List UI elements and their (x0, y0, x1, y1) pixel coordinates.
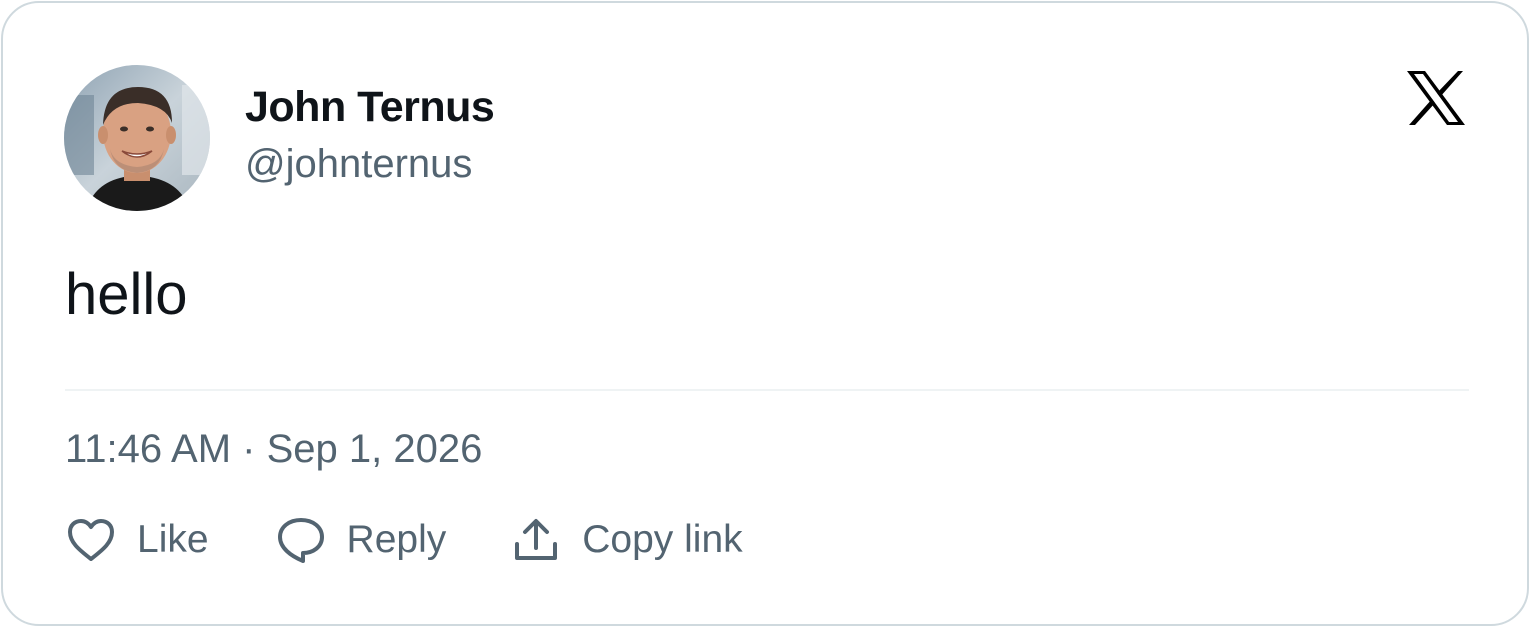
tweet-text: hello (65, 262, 188, 327)
x-logo-icon[interactable] (1405, 69, 1467, 127)
author-handle[interactable]: @johnternus (245, 142, 472, 187)
like-button[interactable]: Like (65, 514, 209, 566)
reply-button[interactable]: Reply (275, 514, 447, 566)
avatar-photo (64, 65, 210, 211)
tweet-actions: Like Reply Copy link (65, 513, 743, 567)
tweet-timestamp[interactable]: 11:46 AM · Sep 1, 2026 (65, 427, 482, 472)
author-name[interactable]: John Ternus (245, 83, 495, 132)
heart-icon (65, 514, 117, 566)
copy-link-button[interactable]: Copy link (510, 514, 743, 566)
share-upload-icon (510, 514, 562, 566)
tweet-card: John Ternus @johnternus hello 11:46 AM ·… (1, 1, 1529, 626)
author-avatar[interactable] (64, 65, 210, 211)
reply-label: Reply (346, 518, 447, 561)
like-label: Like (137, 518, 209, 561)
copy-link-label: Copy link (582, 518, 743, 561)
divider (65, 389, 1469, 391)
speech-bubble-icon (275, 514, 327, 566)
